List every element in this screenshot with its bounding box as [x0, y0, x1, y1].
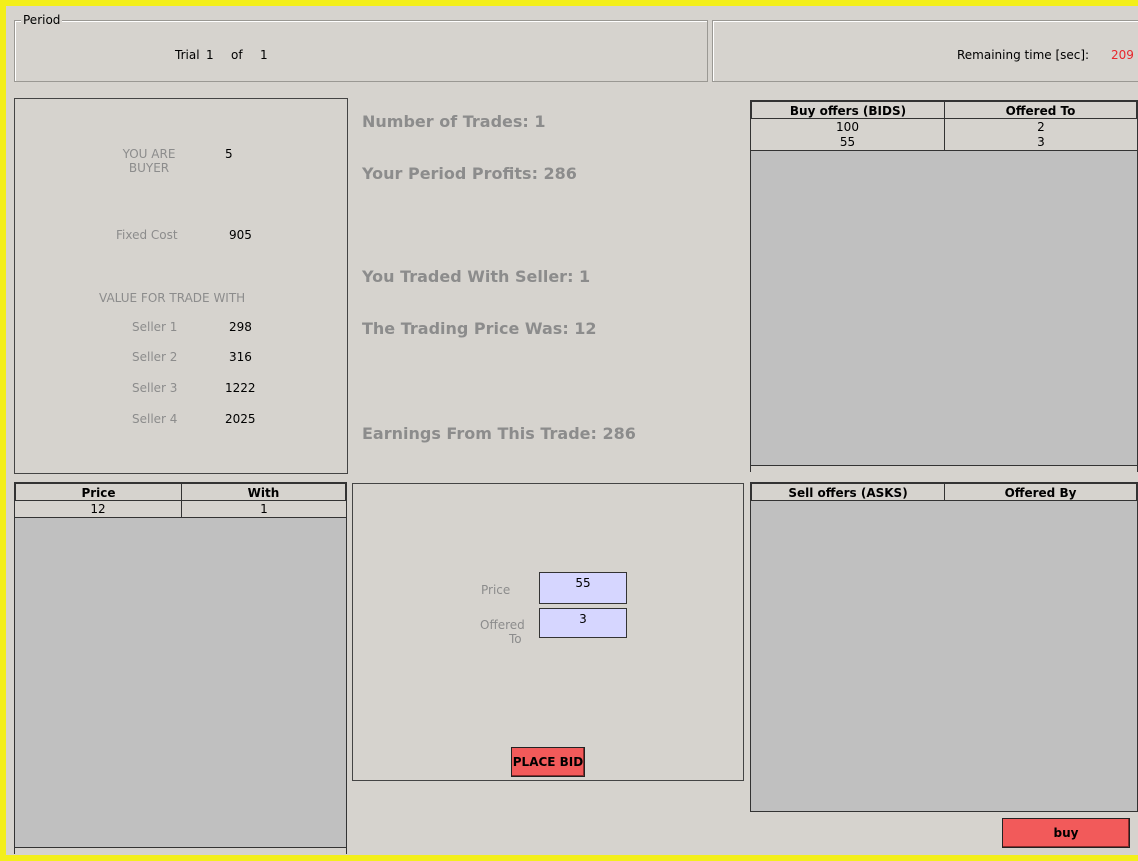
number-of-trades: Number of Trades: 1: [362, 112, 546, 131]
time-group: Remaining time [sec]: 209: [712, 20, 1138, 82]
earnings: Earnings From This Trade: 286: [362, 424, 636, 443]
value-header: VALUE FOR TRADE WITH: [99, 291, 246, 305]
bids-row-2-offered-to[interactable]: 3: [945, 134, 1137, 151]
trades-scrollbar[interactable]: [15, 847, 346, 854]
bids-row-2-price[interactable]: 55: [751, 134, 945, 151]
role-line1: YOU ARE: [122, 147, 176, 161]
trial-current: 1: [206, 48, 214, 62]
seller-3-value: 1222: [225, 381, 256, 395]
period-group: Period Trial 1 of 1: [14, 13, 708, 82]
main-window: Period Trial 1 of 1 Remaining time [sec]…: [6, 6, 1138, 855]
period-profits: Your Period Profits: 286: [362, 164, 577, 183]
buyer-number: 5: [225, 147, 233, 161]
asks-table[interactable]: Sell offers (ASKS) Offered By: [750, 482, 1138, 812]
place-bid-button[interactable]: PLACE BID: [511, 747, 585, 777]
trades-row-1-with[interactable]: 1: [182, 501, 346, 518]
remaining-time-label: Remaining time [sec]:: [957, 48, 1090, 62]
trial-label: Trial: [175, 48, 200, 62]
remaining-time-value: 209: [1111, 48, 1134, 62]
offered-label-line2: To: [509, 632, 522, 646]
role-line2: BUYER: [128, 161, 170, 175]
seller-4-label: Seller 4: [132, 412, 178, 426]
bid-form-panel: Price 55 Offered To 3 PLACE BID: [352, 483, 744, 781]
bids-table-body: [751, 101, 1137, 465]
trial-total: 1: [260, 48, 268, 62]
seller-3-label: Seller 3: [132, 381, 178, 395]
buy-button[interactable]: buy: [1002, 818, 1130, 848]
trades-header-price[interactable]: Price: [15, 483, 182, 501]
seller-2-value: 316: [229, 350, 252, 364]
trading-price: The Trading Price Was: 12: [362, 319, 597, 338]
bids-header-offered-to[interactable]: Offered To: [944, 101, 1137, 119]
bids-scrollbar[interactable]: [751, 465, 1137, 472]
trades-table-body: [15, 483, 346, 847]
trades-row-1-price[interactable]: 12: [15, 501, 182, 518]
asks-table-body: [751, 483, 1137, 811]
seller-4-value: 2025: [225, 412, 256, 426]
asks-header-price[interactable]: Sell offers (ASKS): [751, 483, 945, 501]
traded-with: You Traded With Seller: 1: [362, 267, 591, 286]
period-group-title: Period: [21, 13, 63, 27]
bids-header-price[interactable]: Buy offers (BIDS): [751, 101, 945, 119]
trades-table[interactable]: Price With 12 1: [14, 482, 347, 854]
buyer-info-panel: YOU ARE BUYER 5 Fixed Cost 905 VALUE FOR…: [14, 98, 348, 474]
bids-table[interactable]: Buy offers (BIDS) Offered To 100 2 55 3: [750, 100, 1138, 472]
seller-1-value: 298: [229, 320, 252, 334]
asks-header-offered-by[interactable]: Offered By: [944, 483, 1137, 501]
fixed-cost-value: 905: [229, 228, 252, 242]
offered-label-line1: Offered: [480, 618, 525, 632]
seller-1-label: Seller 1: [132, 320, 178, 334]
trades-header-with[interactable]: With: [181, 483, 346, 501]
of-label: of: [231, 48, 243, 62]
price-input[interactable]: 55: [539, 572, 627, 604]
price-label: Price: [481, 583, 511, 597]
fixed-cost-label: Fixed Cost: [116, 228, 178, 242]
seller-2-label: Seller 2: [132, 350, 178, 364]
offered-to-input[interactable]: 3: [539, 608, 627, 638]
